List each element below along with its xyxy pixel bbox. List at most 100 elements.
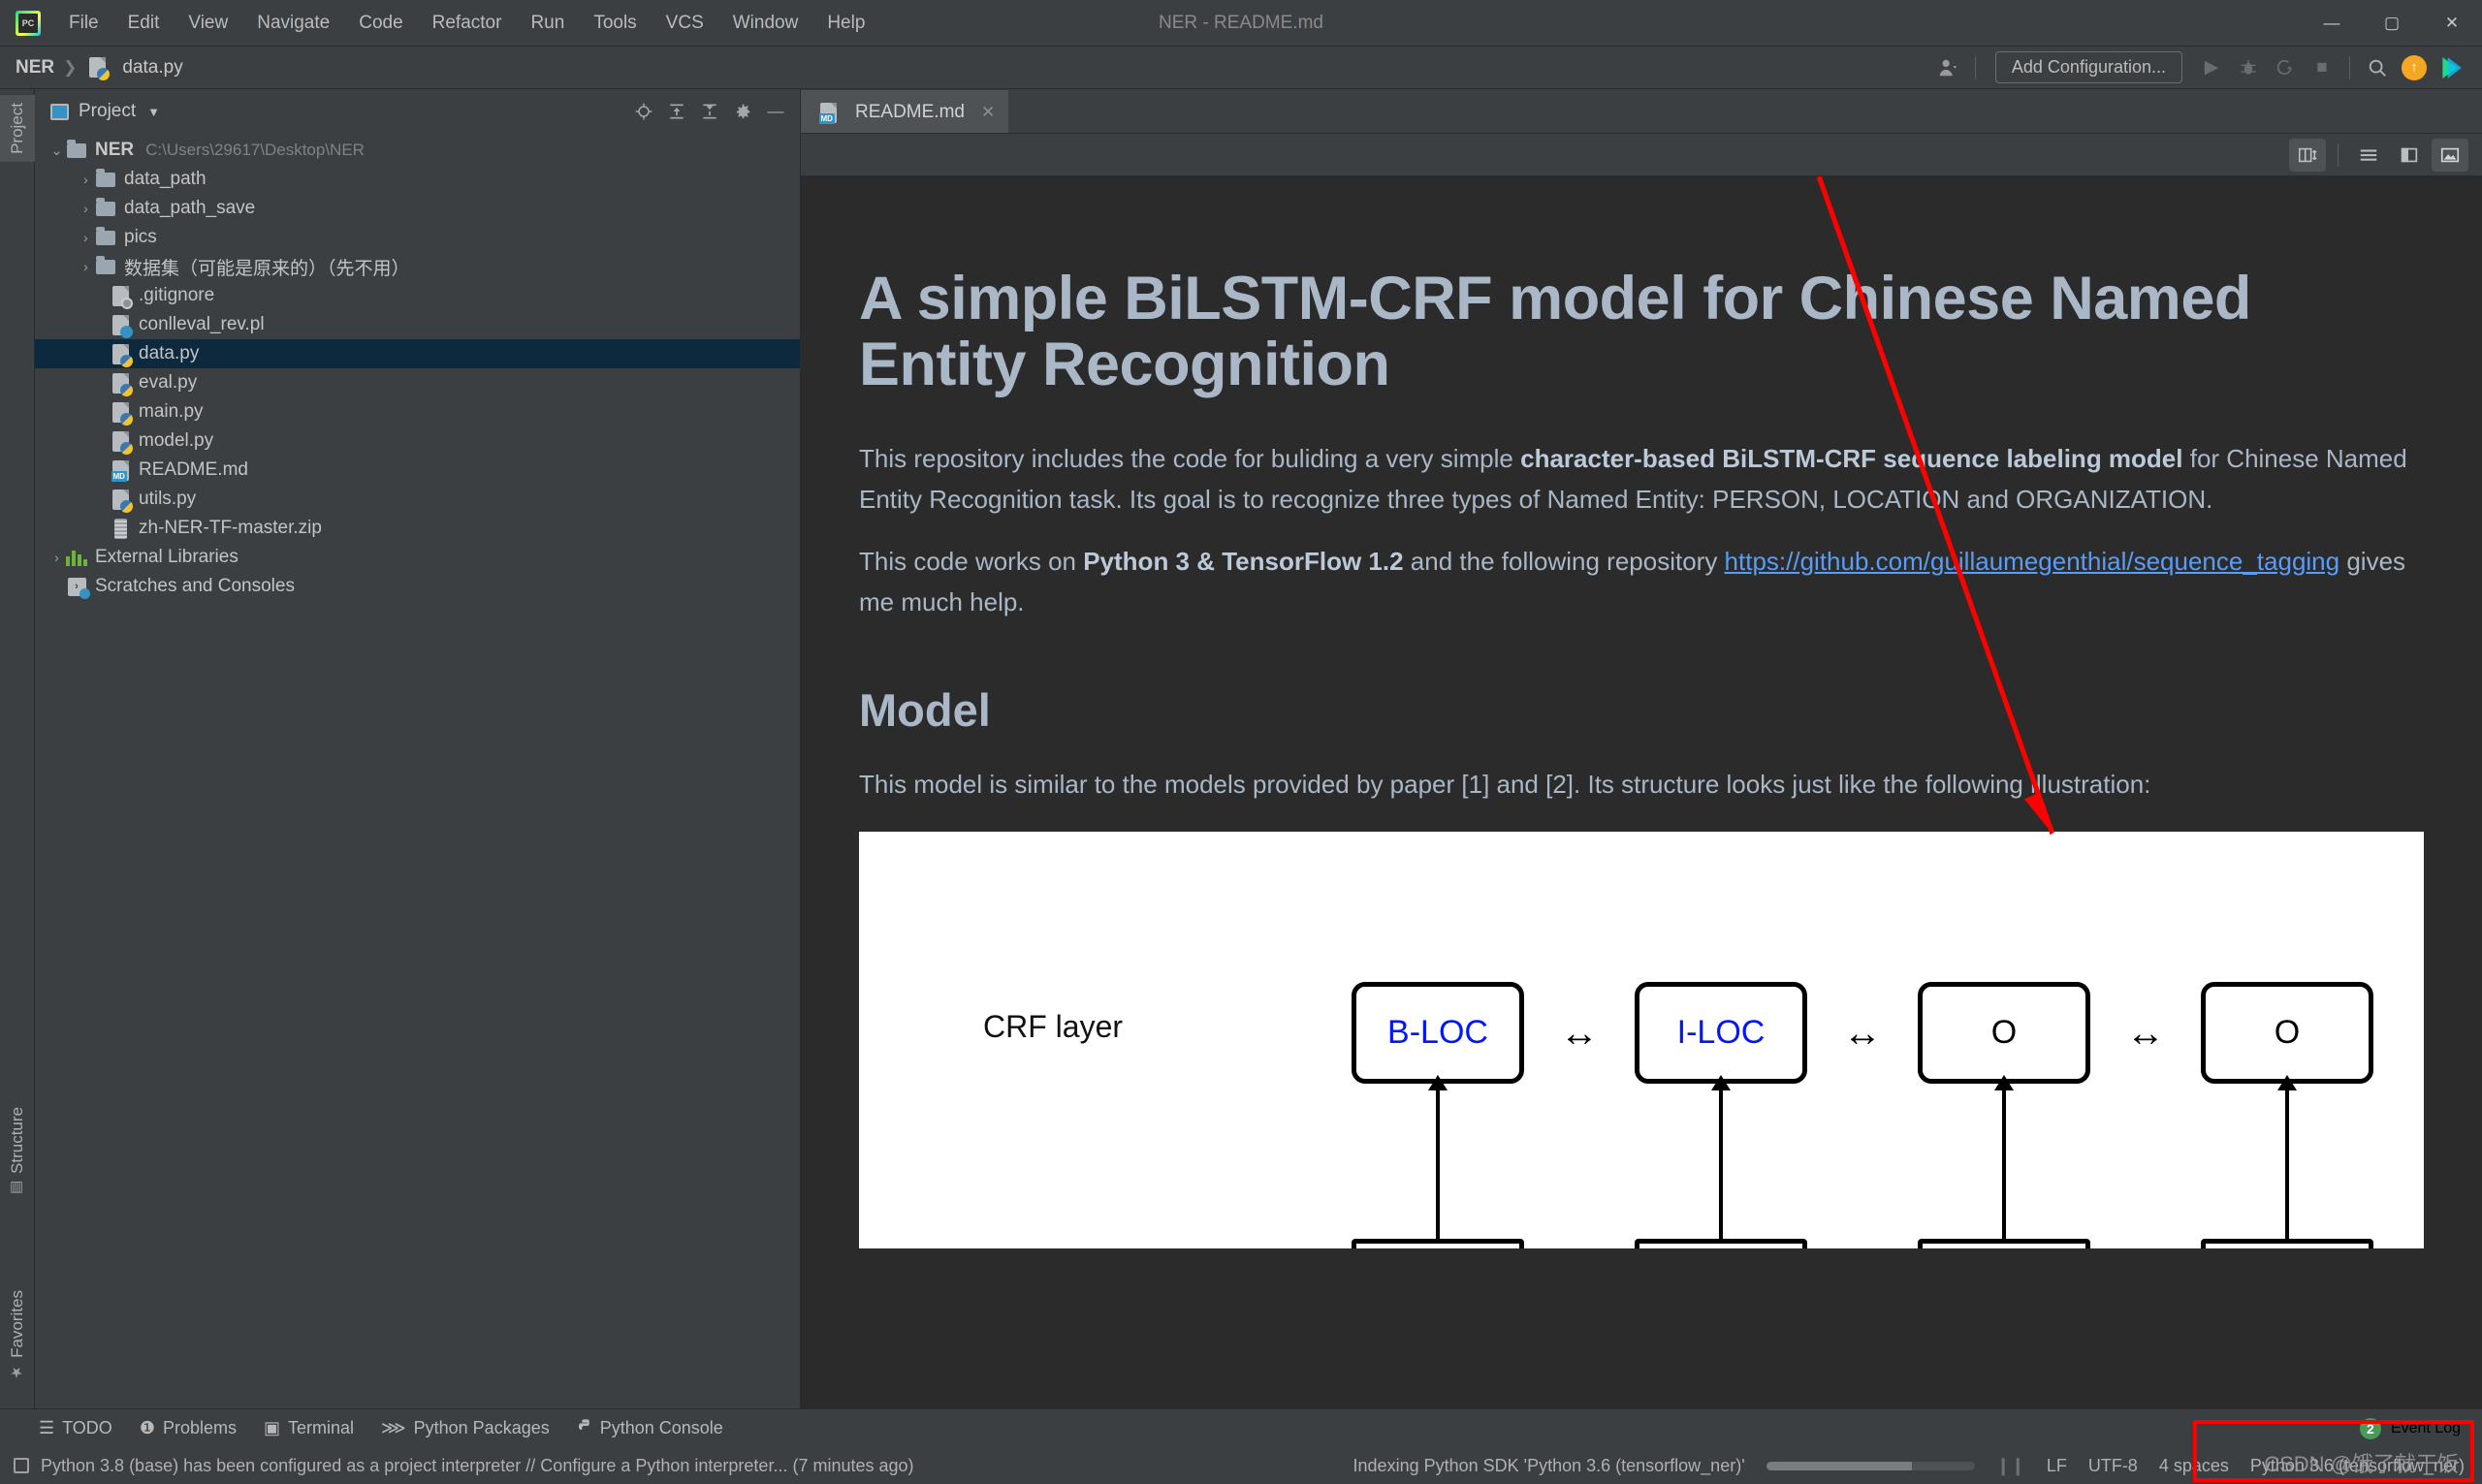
tree-row-ner[interactable]: ⌄ NER C:\Users\29617\Desktop\NER	[35, 136, 800, 165]
tool-button-problems[interactable]: ❶ Problems	[140, 1418, 237, 1438]
minimize-button[interactable]: —	[2302, 0, 2362, 47]
status-message[interactable]: Python 3.8 (base) has been configured as…	[41, 1456, 914, 1476]
maximize-button[interactable]: ▢	[2362, 0, 2422, 47]
menu-item-refactor[interactable]: Refactor	[418, 7, 517, 40]
tool-button-terminal[interactable]: ▣ Terminal	[264, 1418, 354, 1438]
hide-panel-icon[interactable]: —	[761, 97, 790, 126]
markdown-preview[interactable]: A simple BiLSTM-CRF model for Chinese Na…	[801, 176, 2482, 1408]
chevron-down-icon[interactable]: ▼	[147, 105, 160, 119]
python-file-icon	[109, 401, 133, 426]
star-icon: ★	[9, 1364, 25, 1381]
tree-label-eval-py: eval.py	[139, 372, 198, 393]
tree-row-gitignore[interactable]: .gitignore	[35, 281, 800, 310]
stop-square-icon[interactable]: ■	[2305, 51, 2339, 84]
event-log-count-badge: 2	[2359, 1417, 2381, 1439]
libraries-icon	[65, 549, 88, 566]
indent-status[interactable]: 4 spaces	[2159, 1456, 2229, 1476]
settings-gear-icon[interactable]	[728, 97, 757, 126]
show-editor-only-icon[interactable]	[2350, 139, 2387, 172]
expand-all-icon[interactable]	[662, 97, 691, 126]
tree-row-main-py[interactable]: main.py	[35, 397, 800, 426]
chevron-right-icon[interactable]: ›	[78, 172, 94, 187]
stripe-favorites-label: Favorites	[8, 1290, 26, 1358]
menu-item-help[interactable]: Help	[812, 7, 879, 40]
close-button[interactable]: ✕	[2422, 0, 2482, 47]
menu-item-tools[interactable]: Tools	[579, 7, 651, 40]
interpreter-status[interactable]: Python 3.6 (tensorflow_ner)	[2250, 1456, 2465, 1476]
menu-item-file[interactable]: File	[54, 7, 113, 40]
scratches-icon: ›	[65, 577, 90, 599]
line-separator-status[interactable]: LF	[2047, 1456, 2067, 1476]
add-configuration-button[interactable]: Add Configuration...	[1994, 51, 2182, 83]
collapse-all-icon[interactable]	[695, 97, 724, 126]
tree-row-data-path[interactable]: › data_path	[35, 165, 800, 194]
figure-node-0: B-LOC	[1352, 981, 1524, 1084]
tree-row-eval-py[interactable]: eval.py	[35, 368, 800, 397]
tool-label-problems: Problems	[162, 1418, 237, 1437]
stripe-button-favorites[interactable]: ★ Favorites	[0, 1282, 35, 1389]
pause-icon[interactable]: ❙❙	[1996, 1456, 2025, 1476]
menu-item-edit[interactable]: Edit	[113, 7, 175, 40]
section-heading-model: Model	[859, 683, 991, 736]
tool-button-todo[interactable]: ☰ TODO	[39, 1418, 112, 1438]
menu-item-window[interactable]: Window	[718, 7, 813, 40]
menu-item-navigate[interactable]: Navigate	[242, 7, 344, 40]
breadcrumb-project[interactable]: NER	[16, 57, 54, 79]
python-file-icon	[109, 489, 133, 513]
intro-text-1: This repository includes the code for bu…	[859, 444, 1521, 474]
run-coverage-icon[interactable]	[2268, 51, 2303, 84]
python-file-icon	[109, 372, 133, 396]
main-body: Project ▥ Structure ★ Favorites Project …	[0, 89, 2482, 1408]
stripe-button-project[interactable]: Project	[0, 95, 35, 162]
chevron-right-icon[interactable]: ›	[78, 201, 94, 216]
editor-area: MD README.md ✕ A simple BiLSTM-CRF model…	[801, 89, 2482, 1408]
tree-row-external-libraries[interactable]: › External Libraries	[35, 543, 800, 572]
notification-icon[interactable]	[14, 1458, 29, 1473]
tree-row-zip[interactable]: zh-NER-TF-master.zip	[35, 514, 800, 543]
menu-item-view[interactable]: View	[174, 7, 242, 40]
menu-item-code[interactable]: Code	[344, 7, 417, 40]
chevron-right-icon[interactable]: ›	[78, 230, 94, 245]
ide-feature-icon[interactable]	[2434, 51, 2468, 84]
tree-label-data-path: data_path	[124, 169, 207, 189]
chevron-expanded-icon[interactable]: ⌄	[48, 142, 65, 159]
tree-label-data-path-save: data_path_save	[124, 198, 256, 218]
project-tree[interactable]: ⌄ NER C:\Users\29617\Desktop\NER › data_…	[35, 134, 800, 1408]
tree-row-data-py[interactable]: data.py	[35, 339, 800, 368]
search-icon[interactable]	[2360, 51, 2395, 84]
debug-bug-icon[interactable]	[2231, 51, 2266, 84]
tree-row-dataset-cn[interactable]: › 数据集（可能是原来的）（先不用）	[35, 252, 800, 281]
stripe-button-structure[interactable]: ▥ Structure	[0, 1099, 35, 1205]
tool-button-python-packages[interactable]: ⋙ Python Packages	[381, 1418, 550, 1438]
tree-row-data-path-save[interactable]: › data_path_save	[35, 194, 800, 223]
tree-row-scratches[interactable]: › Scratches and Consoles	[35, 572, 800, 601]
chevron-right-icon[interactable]: ›	[48, 550, 65, 565]
tool-button-python-console[interactable]: Python Console	[577, 1418, 723, 1438]
sequence-tagging-link[interactable]: https://github.com/guillaumegenthial/seq…	[1725, 547, 2340, 576]
tool-label-python-console: Python Console	[599, 1418, 723, 1437]
breadcrumb-file[interactable]: data.py	[85, 57, 183, 80]
tree-row-utils-py[interactable]: utils.py	[35, 485, 800, 514]
event-log-button[interactable]: 2 Event Log	[2359, 1417, 2482, 1439]
show-preview-only-icon[interactable]	[2432, 138, 2468, 172]
tree-row-readme[interactable]: MD README.md	[35, 456, 800, 485]
tree-label-zip: zh-NER-TF-master.zip	[139, 518, 322, 538]
user-avatar-icon[interactable]	[1930, 51, 1965, 84]
menu-item-run[interactable]: Run	[516, 7, 579, 40]
tree-label-external-libraries: External Libraries	[95, 547, 239, 567]
locate-in-tree-icon[interactable]	[629, 97, 658, 126]
breadcrumb-separator: ❯	[63, 57, 78, 77]
tab-readme-md[interactable]: MD README.md ✕	[801, 90, 1009, 133]
split-editor-preview-icon[interactable]	[2289, 138, 2326, 172]
encoding-status[interactable]: UTF-8	[2088, 1456, 2138, 1476]
show-editor-and-preview-icon[interactable]	[2391, 139, 2428, 172]
tree-label-utils-py: utils.py	[139, 489, 197, 509]
close-icon[interactable]: ✕	[981, 103, 995, 122]
tree-row-model-py[interactable]: model.py	[35, 426, 800, 456]
tree-row-conlleval[interactable]: conlleval_rev.pl	[35, 310, 800, 339]
tree-row-pics[interactable]: › pics	[35, 223, 800, 252]
run-play-icon[interactable]: ▶	[2194, 51, 2229, 84]
menu-item-vcs[interactable]: VCS	[652, 7, 718, 40]
update-arrow-icon[interactable]: ↑	[2397, 51, 2432, 84]
chevron-right-icon[interactable]: ›	[78, 259, 94, 274]
